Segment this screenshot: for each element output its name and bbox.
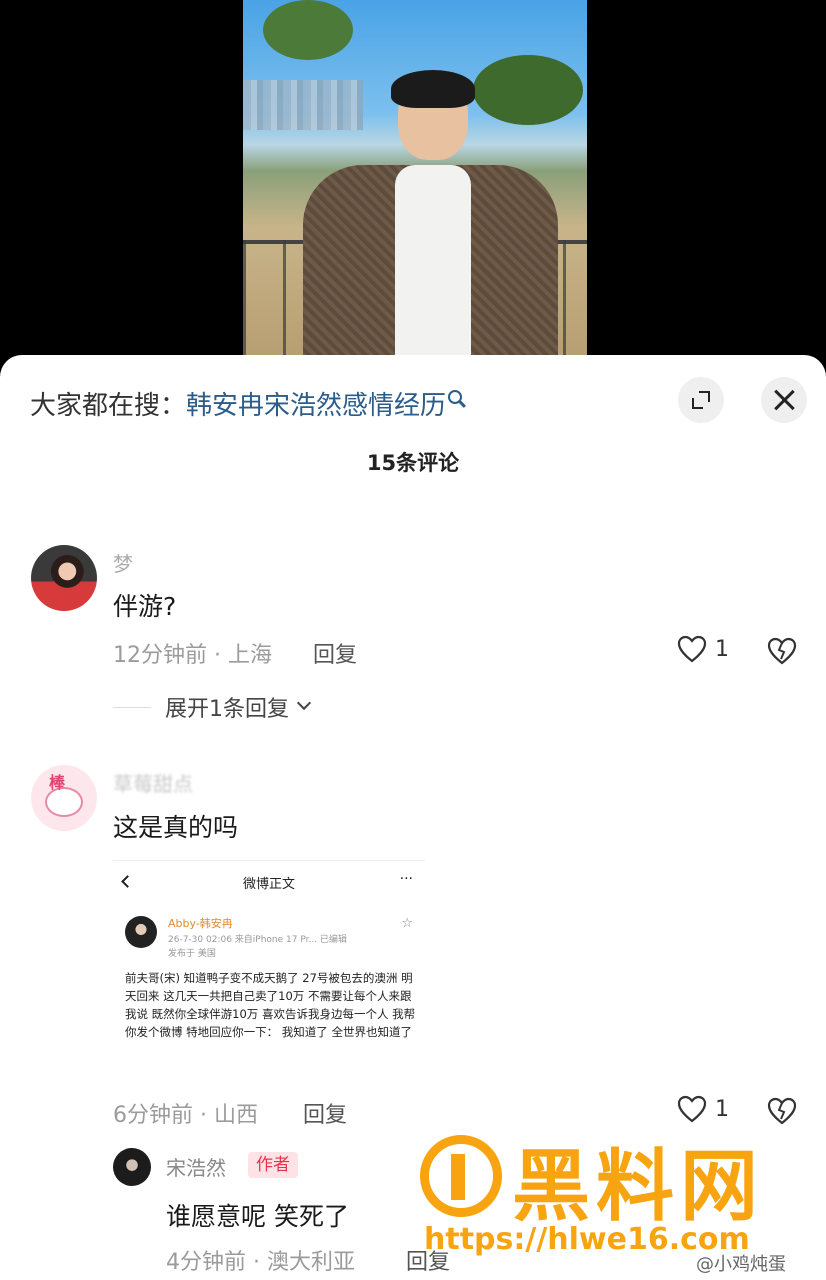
avatar[interactable]: 棒 (31, 765, 97, 831)
expand-button[interactable] (678, 377, 724, 423)
trending-search[interactable]: 大家都在搜：韩安冉宋浩然感情经历 (30, 385, 463, 422)
comment-time-location: 4分钟前 · 澳大利亚 (166, 1250, 355, 1275)
like-button[interactable]: 1 (677, 635, 729, 663)
comment-text[interactable]: 这是真的吗 (113, 808, 238, 844)
embed-body: 前夫哥(宋) 知道鸭子变不成天鹅了 27号被包去的澳洲 明天回来 这几天一共把自… (125, 971, 416, 1039)
more-icon: ··· (399, 871, 413, 887)
person-figure (303, 70, 563, 380)
comment-time-location: 12分钟前 · 上海 (113, 643, 272, 668)
dislike-icon[interactable] (767, 637, 797, 665)
comment-count: 15条评论 (366, 451, 460, 475)
expand-replies-button[interactable]: 展开1条回复 (113, 691, 312, 723)
chevron-down-icon (296, 695, 312, 711)
author-username[interactable]: 宋浩然 (166, 1152, 226, 1181)
close-button[interactable] (761, 377, 807, 423)
search-query-link[interactable]: 韩安冉宋浩然感情经历 (186, 391, 446, 421)
comment-username[interactable]: 梦 (113, 548, 133, 577)
heart-icon (677, 1095, 707, 1123)
reply-button[interactable]: 回复 (303, 1097, 347, 1129)
embed-nav-title: 微博正文 (242, 877, 295, 892)
embed-location: 发布于 美国 (168, 949, 216, 959)
avatar[interactable] (31, 545, 97, 611)
close-icon (773, 389, 795, 411)
comment-text[interactable]: 伴游? (113, 587, 176, 623)
heart-icon (677, 635, 707, 663)
reply-button[interactable]: 回复 (406, 1244, 450, 1276)
expand-icon (692, 391, 710, 409)
like-button[interactable]: 1 (677, 1095, 729, 1123)
embed-avatar (125, 916, 157, 948)
star-icon: ☆ (401, 916, 413, 931)
embed-meta: 26-7-30 02:06 来自iPhone 17 Pr... 已编辑 (168, 935, 347, 945)
embed-author: Abby-韩安冉 (168, 917, 233, 930)
embedded-screenshot[interactable]: 微博正文 ··· Abby-韩安冉 26-7-30 02:06 来自iPhone… (113, 860, 425, 1092)
comment-time-location: 6分钟前 · 山西 (113, 1103, 258, 1128)
like-count: 1 (715, 636, 729, 662)
search-prefix: 大家都在搜： (30, 391, 187, 421)
comment-text[interactable]: 谁愿意呢 笑死了 (166, 1197, 349, 1233)
dislike-icon[interactable] (767, 1097, 797, 1125)
expand-replies-label: 展开1条回复 (165, 697, 289, 722)
comment-username[interactable]: 草莓甜点 (113, 768, 193, 797)
search-icon (448, 390, 463, 404)
video-area[interactable] (0, 0, 826, 380)
like-count: 1 (715, 1096, 729, 1122)
avatar[interactable] (113, 1148, 151, 1186)
post-photo (243, 0, 587, 380)
comments-panel: 大家都在搜：韩安冉宋浩然感情经历 15条评论 梦 伴游? 12分钟前 · 上海 … (0, 355, 826, 1280)
reply-button[interactable]: 回复 (313, 637, 357, 669)
author-badge: 作者 (248, 1152, 298, 1178)
